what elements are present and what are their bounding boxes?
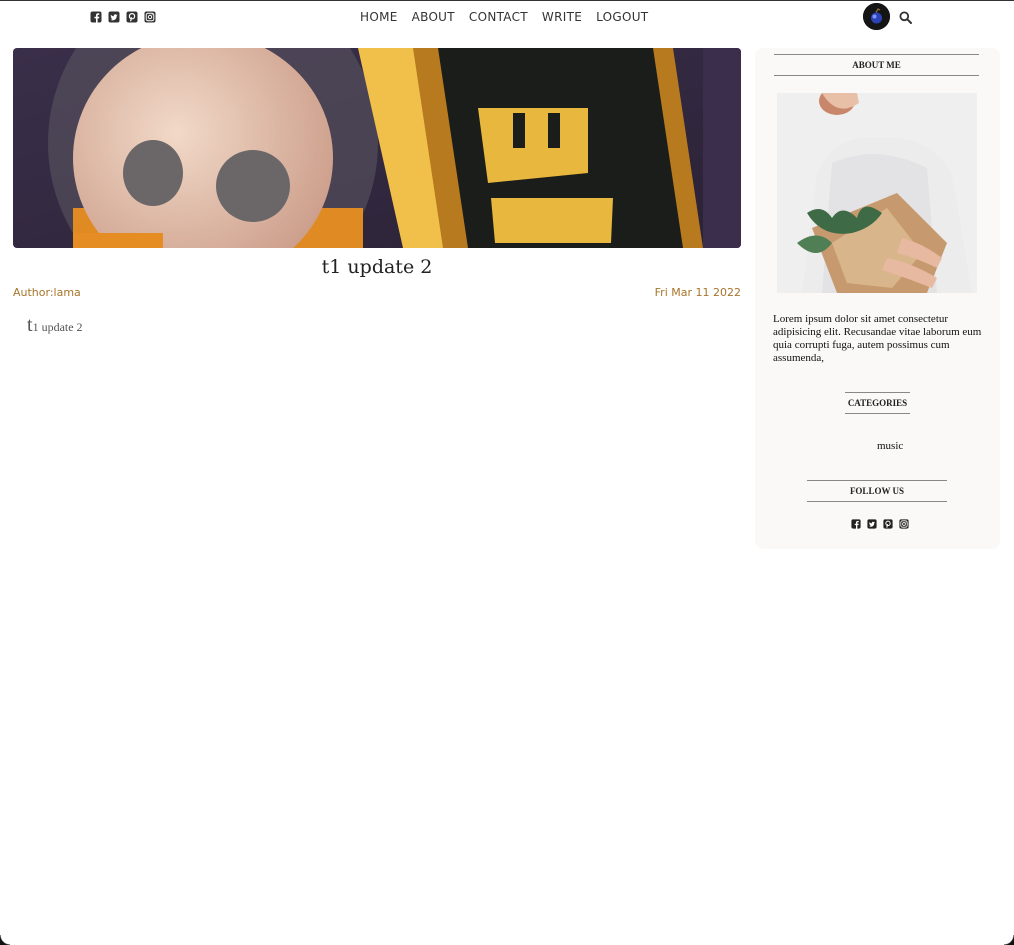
twitter-icon[interactable] bbox=[867, 519, 877, 529]
sidebar-social-icons bbox=[851, 519, 909, 529]
post-body-text: 1 update 2 bbox=[32, 320, 83, 334]
post-cover-image bbox=[13, 48, 741, 248]
pinterest-icon[interactable] bbox=[883, 519, 893, 529]
about-me-text: Lorem ipsum dolor sit amet consectetur a… bbox=[773, 313, 982, 364]
window-corner-left bbox=[0, 935, 10, 945]
post-meta: Author:lama Fri Mar 11 2022 bbox=[13, 286, 741, 302]
about-me-image bbox=[777, 93, 977, 293]
follow-us-title: FOLLOW US bbox=[807, 480, 947, 502]
main-nav: HOME ABOUT CONTACT WRITE LOGOUT bbox=[360, 10, 648, 24]
post-title: t1 update 2 bbox=[321, 256, 433, 278]
top-bar: HOME ABOUT CONTACT WRITE LOGOUT bbox=[0, 1, 1014, 35]
sidebar: ABOUT ME Lorem ipsum dolor sit amet cons… bbox=[755, 48, 1000, 549]
author-link[interactable]: lama bbox=[54, 286, 81, 299]
post-body: t1 update 2 bbox=[13, 314, 741, 337]
nav-home[interactable]: HOME bbox=[360, 10, 398, 24]
user-avatar[interactable] bbox=[863, 3, 890, 30]
instagram-icon[interactable] bbox=[899, 519, 909, 529]
window-corner-right bbox=[1004, 935, 1014, 945]
single-post: t1 update 2 Author:lama Fri Mar 11 2022 … bbox=[13, 48, 741, 349]
twitter-icon[interactable] bbox=[108, 11, 120, 23]
top-social-icons bbox=[90, 11, 156, 23]
nav-logout[interactable]: LOGOUT bbox=[596, 10, 648, 24]
facebook-icon[interactable] bbox=[90, 11, 102, 23]
pinterest-icon[interactable] bbox=[126, 11, 138, 23]
post-author: Author:lama bbox=[13, 286, 81, 299]
search-icon[interactable] bbox=[899, 11, 912, 24]
avatar-image bbox=[863, 3, 890, 30]
facebook-icon[interactable] bbox=[851, 519, 861, 529]
categories-title: CATEGORIES bbox=[845, 392, 910, 414]
about-me-title: ABOUT ME bbox=[774, 54, 979, 76]
author-label: Author: bbox=[13, 286, 54, 299]
post-date: Fri Mar 11 2022 bbox=[654, 286, 741, 299]
nav-write[interactable]: WRITE bbox=[542, 10, 582, 24]
nav-about[interactable]: ABOUT bbox=[412, 10, 455, 24]
category-music[interactable]: music bbox=[877, 440, 903, 452]
nav-contact[interactable]: CONTACT bbox=[469, 10, 528, 24]
instagram-icon[interactable] bbox=[144, 11, 156, 23]
